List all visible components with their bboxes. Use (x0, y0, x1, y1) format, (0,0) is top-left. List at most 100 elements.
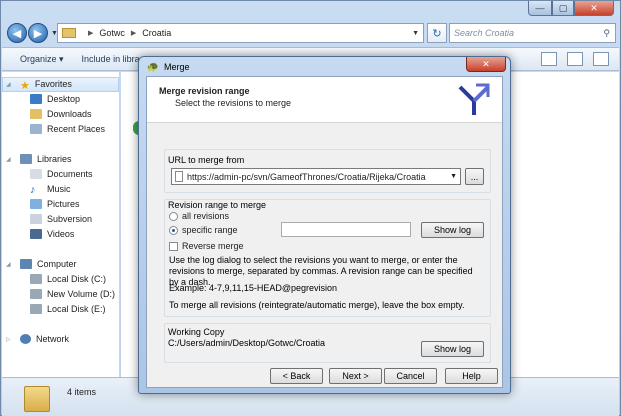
nav-item-drive-e[interactable]: Local Disk (E:) (30, 304, 106, 314)
libraries-label: Libraries (37, 154, 72, 164)
folder-icon (62, 28, 76, 38)
merge-logo-icon (458, 83, 490, 115)
view-controls (541, 52, 609, 66)
close-button[interactable]: ✕ (574, 1, 614, 16)
merge-dialog: 🐢 Merge ✕ Merge revision range Select th… (138, 56, 511, 394)
header-title: Merge revision range (159, 86, 250, 96)
revision-range-label: Revision range to merge (168, 200, 267, 210)
view-options-icon[interactable] (541, 52, 557, 66)
nav-item-desktop[interactable]: Desktop (30, 94, 80, 104)
favorites-header[interactable]: ★ Favorites (20, 79, 72, 92)
show-log-button[interactable]: Show log (421, 222, 484, 238)
radio-label: specific range (182, 225, 238, 235)
nav-label: New Volume (D:) (47, 289, 116, 299)
browse-button[interactable]: ... (465, 168, 484, 185)
nav-item-documents[interactable]: Documents (30, 169, 93, 179)
include-in-library-button[interactable]: Include in libra (82, 54, 140, 64)
back-button[interactable]: < Back (270, 368, 323, 384)
dialog-titlebar: 🐢 Merge (147, 61, 190, 73)
breadcrumb-gotwc[interactable]: Gotwc (99, 28, 125, 38)
document-icon (175, 171, 183, 182)
checkbox-box (169, 241, 178, 251)
search-icon: ⚲ (603, 27, 610, 38)
specific-range-radio[interactable]: specific range (169, 225, 238, 235)
videos-icon (30, 229, 42, 239)
libraries-header[interactable]: Libraries (20, 154, 72, 164)
nav-label: Pictures (47, 199, 80, 209)
url-value: https://admin-pc/svn/GameofThrones/Croat… (187, 171, 426, 182)
dialog-close-button[interactable]: ✕ (466, 57, 506, 72)
nav-label: Subversion (47, 214, 93, 224)
wizard-header: Merge revision range Select the revision… (147, 77, 502, 123)
preview-pane-icon[interactable] (567, 52, 583, 66)
nav-item-videos[interactable]: Videos (30, 229, 74, 239)
network-icon (20, 334, 31, 344)
reverse-merge-checkbox[interactable]: Reverse merge (169, 241, 244, 251)
computer-header[interactable]: Computer (20, 259, 77, 269)
help-button[interactable]: Help (445, 368, 498, 384)
forward-arrow-icon[interactable]: ▶ (28, 23, 48, 43)
nav-item-drive-c[interactable]: Local Disk (C:) (30, 274, 106, 284)
tortoise-icon: 🐢 (146, 61, 160, 73)
working-copy-label: Working Copy (168, 327, 225, 337)
nav-label: Desktop (47, 94, 81, 104)
drive-icon (30, 304, 42, 314)
collapse-icon[interactable]: ◢ (6, 156, 11, 163)
radio-circle (169, 225, 178, 235)
breadcrumb-separator-icon: ▶ (130, 30, 137, 37)
header-subtitle: Select the revisions to merge (175, 98, 292, 108)
pictures-icon (30, 199, 42, 209)
nav-item-downloads[interactable]: Downloads (30, 109, 92, 119)
checkbox-label: Reverse merge (182, 241, 244, 251)
drive-icon (30, 274, 42, 284)
libraries-icon (20, 154, 32, 164)
nav-item-pictures[interactable]: Pictures (30, 199, 80, 209)
window-controls: — ▢ ✕ (528, 1, 614, 16)
desktop-icon (30, 94, 42, 104)
merge-all-text: To merge all revisions (reintegrate/auto… (169, 300, 465, 310)
maximize-button[interactable]: ▢ (552, 1, 574, 16)
navigation-pane: ◢ ★ Favorites Desktop Downloads Recent P… (2, 72, 120, 377)
expand-icon[interactable]: ▷ (6, 336, 11, 343)
nav-label: Documents (47, 169, 93, 179)
nav-label: Videos (47, 229, 75, 239)
working-copy-path: C:/Users/admin/Desktop/Gotwc/Croatia (168, 338, 326, 348)
url-combobox[interactable]: https://admin-pc/svn/GameofThrones/Croat… (171, 168, 461, 185)
nav-item-recent-places[interactable]: Recent Places (30, 124, 105, 134)
music-icon: ♪ (30, 184, 36, 196)
all-revisions-radio[interactable]: all revisions (169, 211, 229, 221)
search-placeholder: Search Croatia (454, 28, 515, 38)
cancel-button[interactable]: Cancel (384, 368, 437, 384)
breadcrumb-croatia[interactable]: Croatia (142, 28, 171, 38)
dialog-body: Merge revision range Select the revision… (146, 76, 503, 388)
minimize-button[interactable]: — (528, 1, 552, 16)
network-label: Network (36, 334, 70, 344)
revision-range-input[interactable] (281, 222, 411, 237)
subversion-icon (30, 214, 42, 224)
back-arrow-icon[interactable]: ◀ (7, 23, 27, 43)
example-text: Example: 4-7,9,11,15-HEAD@pegrevision (169, 283, 338, 293)
next-button[interactable]: Next > (329, 368, 382, 384)
network-header[interactable]: Network (20, 334, 69, 344)
radio-circle (169, 211, 178, 221)
help-icon[interactable] (593, 52, 609, 66)
drive-icon (30, 289, 42, 299)
nav-label: Local Disk (E:) (47, 304, 106, 314)
radio-label: all revisions (182, 211, 230, 221)
refresh-icon[interactable]: ↻ (427, 23, 447, 43)
nav-item-music[interactable]: ♪ Music (30, 184, 71, 196)
nav-item-drive-d[interactable]: New Volume (D:) (30, 289, 115, 299)
favorites-label: Favorites (34, 79, 72, 89)
address-bar[interactable]: ▶ Gotwc ▶ Croatia ▼ (57, 23, 424, 43)
collapse-icon[interactable]: ◢ (6, 81, 11, 88)
collapse-icon[interactable]: ◢ (6, 261, 11, 268)
organize-button[interactable]: Organize ▾ (20, 54, 64, 65)
working-copy-show-log-button[interactable]: Show log (421, 341, 484, 357)
address-dropdown-icon[interactable]: ▼ (412, 30, 419, 37)
dialog-title: Merge (164, 62, 190, 72)
documents-icon (30, 169, 42, 179)
search-input[interactable]: Search Croatia ⚲ (449, 23, 616, 43)
nav-label: Downloads (47, 109, 92, 119)
dropdown-arrow-icon[interactable]: ▼ (450, 173, 457, 180)
nav-item-subversion[interactable]: Subversion (30, 214, 92, 224)
